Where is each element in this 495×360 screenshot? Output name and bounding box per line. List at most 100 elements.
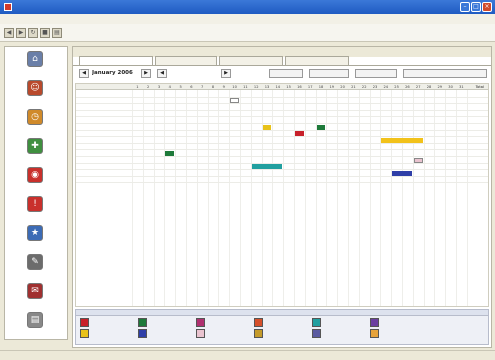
employee-row[interactable] [76,98,488,105]
employee-total [470,164,484,170]
maximize-button[interactable]: □ [471,2,481,12]
sidebar-item-label [5,155,67,162]
refresh-icon[interactable]: ↻ [28,28,38,38]
legend-tab[interactable] [80,310,116,316]
legend-item [138,318,196,329]
total-column-header: Total [475,85,484,89]
day-header: 28 [426,85,432,89]
toolbar-link[interactable] [78,30,112,37]
legend-panel [75,309,489,345]
legend-label [323,329,369,340]
attendance-entry[interactable] [230,98,239,104]
menu-item[interactable] [4,16,26,22]
toolbar-link[interactable] [212,30,258,37]
employee-row[interactable] [76,137,488,144]
sidebar-item[interactable]: ✎ [5,252,67,280]
day-header: 25 [394,85,399,89]
legend-item [196,329,254,340]
incidents-icon: ! [27,196,43,212]
menu-item[interactable] [52,16,74,22]
employee-row[interactable] [76,157,488,164]
attendance-entry[interactable] [251,164,283,170]
control-button[interactable] [355,69,397,78]
employee-total [470,98,484,104]
day-header: 18 [318,85,324,89]
sidebar-item[interactable]: ◷ [5,107,67,135]
next-filter-button[interactable]: ▶ [221,69,231,78]
employee-row[interactable] [76,111,488,118]
attendance-entry[interactable] [295,131,304,137]
home-icon: ⌂ [27,51,43,67]
attendance-entry[interactable] [316,124,326,130]
prev-filter-button[interactable]: ◀ [157,69,167,78]
employee-row[interactable] [76,164,488,171]
control-button[interactable] [403,69,487,78]
employee-name [77,177,129,183]
attendance-entry[interactable] [413,157,423,163]
employee-row[interactable] [76,124,488,131]
employee-row[interactable] [76,170,488,177]
menu-item[interactable] [76,16,98,22]
legend-item [80,329,138,340]
toolbar-link[interactable] [288,30,312,37]
legend-label [207,318,253,329]
sidebar-item-label [5,126,67,133]
sidebar-item[interactable]: ◉ [5,165,67,193]
employee-row[interactable] [76,104,488,111]
employee-row[interactable] [76,150,488,157]
day-header: 2 [147,85,150,89]
employees-icon: ☺ [27,80,43,96]
prev-month-button[interactable]: ◀ [79,69,89,78]
attendance-entry[interactable] [165,151,175,157]
sidebar-item[interactable]: ✉ [5,281,67,309]
filter-label [170,69,220,78]
schedule-icon: ◉ [27,167,43,183]
minimize-button[interactable]: – [460,2,470,12]
sidebar-item-label [5,213,67,220]
menu-item[interactable] [28,16,50,22]
sidebar-item-label [5,242,67,249]
legend-item [254,318,312,329]
control-button[interactable] [309,69,349,78]
sidebar-item[interactable]: ✚ [5,136,67,164]
sidebar-item[interactable]: ⌂ [5,49,67,77]
legend-tab[interactable] [122,310,182,316]
toolbar-link[interactable] [164,30,208,37]
stop-icon[interactable]: ■ [40,28,50,38]
print-icon[interactable]: ▤ [52,28,62,38]
day-header: 8 [211,85,215,89]
legend-item [370,318,428,329]
attendance-entry[interactable] [262,124,272,130]
day-header: 30 [448,85,453,89]
employee-total [470,137,484,143]
sidebar-item[interactable]: ▤ [5,310,67,338]
sidebar-item[interactable]: ! [5,194,67,222]
close-button[interactable]: × [482,2,492,12]
control-button[interactable] [269,69,303,78]
day-header: 6 [190,85,193,89]
employee-name [77,124,129,130]
toolbar-link[interactable] [116,30,160,37]
toolbar-link[interactable] [262,30,284,37]
sidebar-item[interactable]: ☺ [5,78,67,106]
sidebar-item[interactable]: ★ [5,223,67,251]
toolbar-link[interactable] [404,30,440,37]
sidebar-item-label [5,97,67,104]
day-header: 1 [136,85,139,89]
employee-row[interactable] [76,131,488,138]
day-header: 29 [437,85,443,89]
employee-row[interactable] [76,144,488,151]
next-month-button[interactable]: ▶ [141,69,151,78]
toolbar-link[interactable] [446,30,492,37]
day-header: 20 [340,85,345,89]
day-header: 4 [168,85,171,89]
legend-swatch [312,329,321,338]
attendance-entry[interactable] [392,171,412,176]
employee-row[interactable] [76,117,488,124]
toolbar-link[interactable] [316,30,366,37]
employee-row[interactable] [76,177,488,184]
forward-icon[interactable]: ▶ [16,28,26,38]
employee-row[interactable] [76,91,488,98]
attendance-entry[interactable] [381,138,423,143]
back-icon[interactable]: ◀ [4,28,14,38]
